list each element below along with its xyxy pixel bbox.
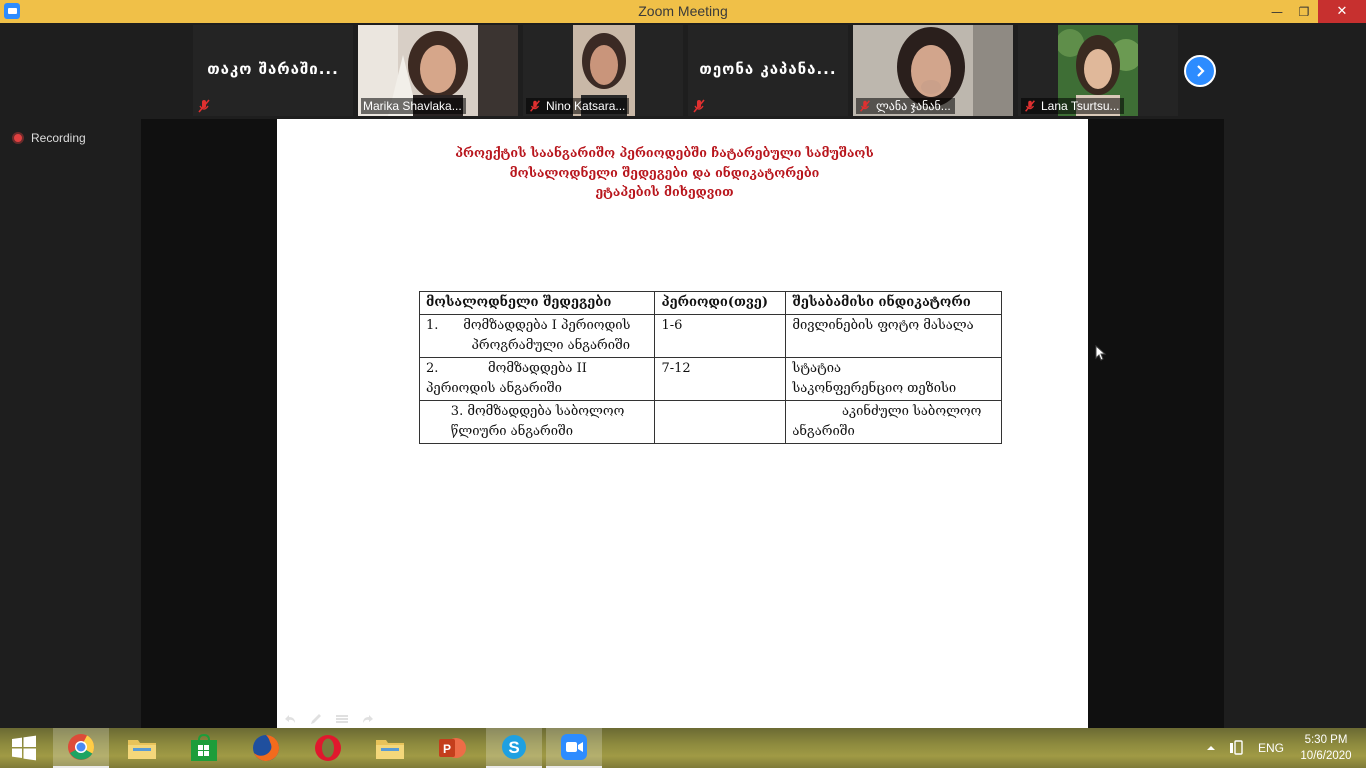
participant-name: თაკო შარაში... [207, 60, 339, 78]
table-cell: აკინძული საბოლოო ანგარიში [785, 400, 1002, 444]
clock-time: 5:30 PM [1304, 734, 1348, 746]
table-cell: 1. მომზადდება I პერიოდის პროგრამული ანგა… [418, 314, 656, 358]
zoom-meeting-window: თაკო შარაში... Marika Shavlaka... Nino K… [0, 23, 1366, 728]
windows-logo-icon [12, 735, 36, 761]
undo-icon[interactable] [283, 710, 297, 723]
tray-device[interactable] [1228, 728, 1244, 768]
opera-icon [315, 735, 341, 761]
participant-name-label: Lana Tsurtsu... [1021, 98, 1124, 114]
language-indicator[interactable]: ENG [1258, 728, 1284, 768]
taskbar-powerpoint[interactable]: P [424, 728, 480, 768]
device-icon [1230, 740, 1243, 755]
zoom-icon [561, 734, 587, 760]
start-button[interactable] [0, 728, 48, 768]
next-participants-button[interactable] [1184, 55, 1216, 87]
firefox-icon [253, 735, 279, 761]
taskbar-file-explorer[interactable] [114, 728, 170, 768]
record-icon [12, 132, 24, 144]
table-cell: სტატია საკონფერენციო თეზისი [785, 357, 1002, 401]
slide-title: პროექტის საანგარიშო პერიოდებში ჩატარებულ… [277, 143, 1052, 202]
participant-tile[interactable]: ლანა ჯანან... [853, 25, 1013, 116]
table-header-cell: პერიოდი(თვე) [654, 291, 787, 315]
table-header-cell: მოსალოდნელი შედეგები [418, 291, 656, 315]
folder-icon [376, 740, 404, 759]
participant-name-label: ლანა ჯანან... [856, 98, 955, 114]
tray-overflow[interactable] [1206, 728, 1216, 768]
recording-indicator[interactable]: Recording [12, 131, 86, 145]
taskbar-file-explorer-2[interactable] [362, 728, 418, 768]
slide-title-line: ეტაპების მიხედვით [595, 184, 734, 199]
chevron-right-icon [1197, 65, 1205, 77]
results-table: მოსალოდნელი შედეგები პერიოდი(თვე) შესაბა… [418, 291, 1002, 444]
table-cell [654, 400, 787, 444]
table-row: 2. მომზადდება II პერიოდის ანგარიში 7-12 … [418, 357, 1002, 401]
chrome-icon [68, 734, 95, 760]
skype-icon: S [502, 735, 526, 759]
taskbar-chrome[interactable] [53, 728, 109, 768]
svg-text:S: S [508, 738, 519, 757]
store-icon [191, 734, 217, 761]
pen-icon[interactable] [309, 710, 323, 724]
folder-icon [128, 740, 156, 759]
presentation-slide: პროექტის საანგარიშო პერიოდებში ჩატარებულ… [277, 119, 1107, 728]
maximize-button[interactable]: ❐ [1289, 0, 1319, 23]
table-cell: 7-12 [654, 357, 787, 401]
participant-tile[interactable]: Nino Katsara... [523, 25, 683, 116]
muted-mic-icon [198, 99, 210, 113]
muted-mic-icon [860, 100, 870, 112]
minimize-button[interactable]: — [1262, 0, 1292, 23]
participant-name-label: Nino Katsara... [526, 98, 630, 114]
slide-title-line: მოსალოდნელი შედეგები და ინდიკატორები [509, 164, 820, 180]
slide-title-line: პროექტის საანგარიშო პერიოდებში ჩატარებულ… [455, 145, 874, 160]
menu-icon[interactable] [335, 710, 349, 723]
table-cell: 1-6 [654, 314, 787, 358]
participant-name: თეონა კაპანა... [699, 60, 837, 78]
taskbar-opera[interactable] [300, 728, 356, 768]
title-bar: Zoom Meeting — ❐ ✕ [0, 0, 1366, 23]
taskbar-zoom[interactable] [546, 728, 602, 768]
participant-tile[interactable]: Lana Tsurtsu... [1018, 25, 1178, 116]
table-row: 3. მომზადდება საბოლოო წლიური ანგარიში აკ… [418, 400, 1002, 444]
window-title: Zoom Meeting [638, 3, 728, 19]
participant-name: ლანა ჯანან... [876, 99, 951, 113]
table-cell: 3. მომზადდება საბოლოო წლიური ანგარიში [418, 400, 656, 444]
participant-strip: თაკო შარაში... Marika Shavlaka... Nino K… [193, 25, 1183, 116]
participant-name: Nino Katsara... [546, 99, 626, 113]
table-cell: 2. მომზადდება II პერიოდის ანგარიში [418, 357, 656, 401]
slide-toolbar [283, 710, 375, 724]
muted-mic-icon [693, 99, 705, 113]
svg-text:P: P [443, 742, 451, 756]
table-header-cell: შესაბამისი ინდიკატორი [785, 291, 1002, 315]
table-cell: მივლინების ფოტო მასალა [785, 314, 1002, 358]
clock-date: 10/6/2020 [1300, 750, 1352, 762]
table-row: 1. მომზადდება I პერიოდის პროგრამული ანგა… [418, 314, 1002, 358]
close-button[interactable]: ✕ [1318, 0, 1366, 23]
muted-mic-icon [1025, 100, 1035, 112]
taskbar-skype[interactable]: S [486, 728, 542, 768]
next-slide-icon[interactable] [361, 710, 375, 723]
table-header-row: მოსალოდნელი შედეგები პერიოდი(თვე) შესაბა… [418, 291, 1002, 315]
shared-screen[interactable]: პროექტის საანგარიშო პერიოდებში ჩატარებულ… [141, 119, 1224, 728]
participant-name: Lana Tsurtsu... [1041, 99, 1120, 113]
participant-name-label: Marika Shavlaka... [361, 98, 466, 114]
participant-tile[interactable]: თაკო შარაში... [193, 25, 353, 116]
mouse-cursor-icon [1095, 345, 1107, 361]
taskbar-firefox[interactable] [238, 728, 294, 768]
muted-mic-icon [530, 100, 540, 112]
participant-tile[interactable]: თეონა კაპანა... [688, 25, 848, 116]
participant-name: Marika Shavlaka... [363, 99, 462, 113]
windows-taskbar: P S ENG 5:30 PM 10/6/2020 [0, 728, 1366, 768]
chevron-up-icon [1207, 746, 1215, 750]
recording-label: Recording [31, 131, 86, 145]
system-clock[interactable]: 5:30 PM 10/6/2020 [1290, 732, 1362, 764]
powerpoint-icon: P [439, 738, 466, 758]
taskbar-store[interactable] [176, 728, 232, 768]
participant-tile-active-speaker[interactable]: Marika Shavlaka... [358, 25, 518, 116]
